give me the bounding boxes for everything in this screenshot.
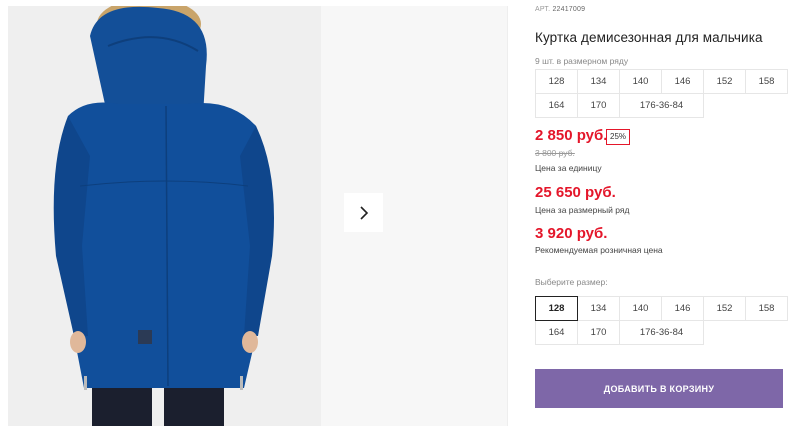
unit-price: 2 850 руб. xyxy=(535,127,608,144)
size-row-cell: 164 xyxy=(535,93,578,118)
size-row-count: 9 шт. в размерном ряду xyxy=(535,56,629,66)
size-option-158[interactable]: 158 xyxy=(745,296,788,321)
unit-price-label: Цена за единицу xyxy=(535,163,602,173)
size-option-134[interactable]: 134 xyxy=(577,296,620,321)
article-value: 22417009 xyxy=(552,6,586,13)
discount-badge: 25% xyxy=(606,129,631,145)
size-selector: 128 134 140 146 152 158 164 170 176-36-8… xyxy=(535,296,788,345)
recommended-price: 3 920 руб. xyxy=(535,225,608,242)
size-option-164[interactable]: 164 xyxy=(535,320,578,345)
product-photo-main[interactable] xyxy=(8,6,321,426)
product-title: Куртка демисезонная для мальчика xyxy=(535,30,763,45)
choose-size-label: Выберите размер: xyxy=(535,277,608,287)
size-row-cell: 176-36-84 xyxy=(619,93,704,118)
size-option-128[interactable]: 128 xyxy=(535,296,578,321)
jacket-back-view-image xyxy=(8,6,321,426)
article-number: АРТ. 22417009 xyxy=(535,6,585,13)
product-gallery xyxy=(0,0,508,426)
size-row-cell: 134 xyxy=(577,69,620,94)
row-price-label: Цена за размерный ряд xyxy=(535,205,630,215)
size-option-152[interactable]: 152 xyxy=(703,296,746,321)
size-option-170[interactable]: 170 xyxy=(577,320,620,345)
old-price: 3 800 руб. xyxy=(535,148,575,158)
article-label: АРТ. xyxy=(535,6,551,13)
size-row-grid: 128 134 140 146 152 158 164 170 176-36-8… xyxy=(535,69,788,118)
chevron-right-icon xyxy=(359,205,368,220)
gallery-next-button[interactable] xyxy=(344,193,383,232)
size-row-cell: 152 xyxy=(703,69,746,94)
recommended-price-label: Рекомендуемая розничная цена xyxy=(535,245,663,255)
size-row-cell: 146 xyxy=(661,69,704,94)
size-option-176-36-84[interactable]: 176-36-84 xyxy=(619,320,704,345)
size-option-146[interactable]: 146 xyxy=(661,296,704,321)
size-option-140[interactable]: 140 xyxy=(619,296,662,321)
product-info-panel: АРТ. 22417009 Куртка демисезонная для ма… xyxy=(535,0,800,426)
size-row-cell: 170 xyxy=(577,93,620,118)
size-row-cell: 128 xyxy=(535,69,578,94)
size-row-cell: 140 xyxy=(619,69,662,94)
row-price: 25 650 руб. xyxy=(535,184,616,201)
add-to-cart-button[interactable]: ДОБАВИТЬ В КОРЗИНУ xyxy=(535,369,783,408)
size-row-cell: 158 xyxy=(745,69,788,94)
